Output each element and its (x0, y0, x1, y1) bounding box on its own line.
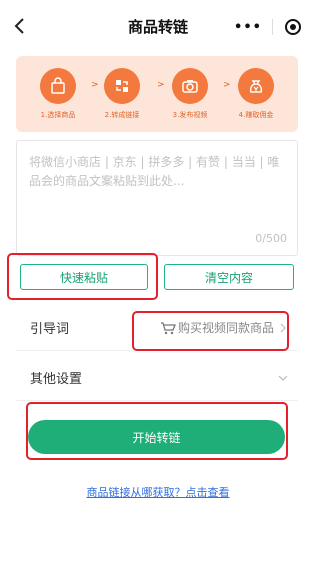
step-label: 1.选择商品 (40, 111, 76, 119)
textarea-placeholder: 将微信小商店 | 京东 | 拼多多 | 有赞 | 当当 | 唯品会的商品文案粘贴… (29, 155, 280, 188)
other-settings-toggle[interactable] (274, 373, 288, 383)
camera-icon (172, 68, 208, 104)
back-icon[interactable] (8, 14, 30, 38)
mini-program-capsule: ••• (234, 15, 304, 39)
step-label: 3.发布视频 (172, 111, 208, 119)
highlight-box-start (26, 402, 288, 460)
step-earn-commission: 4.赚取佣金 (228, 68, 284, 120)
steps-banner: 1.选择商品 > 2.转成链接 > 3.发布视频 > 4.赚取佣金 (16, 56, 298, 132)
product-text-input[interactable]: 将微信小商店 | 京东 | 拼多多 | 有赞 | 当当 | 唯品会的商品文案粘贴… (16, 140, 298, 256)
more-icon[interactable]: ••• (234, 20, 262, 35)
chevron-down-icon (278, 373, 288, 383)
help-link[interactable]: 商品链接从哪获取？点击查看 (0, 484, 316, 500)
other-settings-row[interactable]: 其他设置 (16, 355, 298, 401)
step-convert-link: 2.转成链接 (94, 68, 150, 120)
char-counter: 0/500 (255, 232, 287, 245)
page-title: 商品转链 (127, 17, 188, 36)
guide-word-label: 引导词 (30, 322, 70, 337)
step-label: 4.赚取佣金 (238, 111, 274, 119)
other-settings-label: 其他设置 (30, 372, 83, 387)
money-bag-icon (238, 68, 274, 104)
nav-bar: 商品转链 ••• (0, 0, 316, 52)
convert-link-icon (104, 68, 140, 104)
clear-content-button[interactable]: 清空内容 (164, 264, 294, 290)
shopping-bag-icon (40, 68, 76, 104)
close-target-icon[interactable] (282, 16, 304, 38)
step-select-product: 1.选择商品 (30, 68, 86, 120)
step-publish-video: 3.发布视频 (162, 68, 218, 120)
capsule-divider (271, 19, 273, 35)
step-label: 2.转成链接 (104, 111, 140, 119)
highlight-box-guide-word (132, 311, 289, 351)
highlight-box-quick-paste (7, 253, 158, 300)
